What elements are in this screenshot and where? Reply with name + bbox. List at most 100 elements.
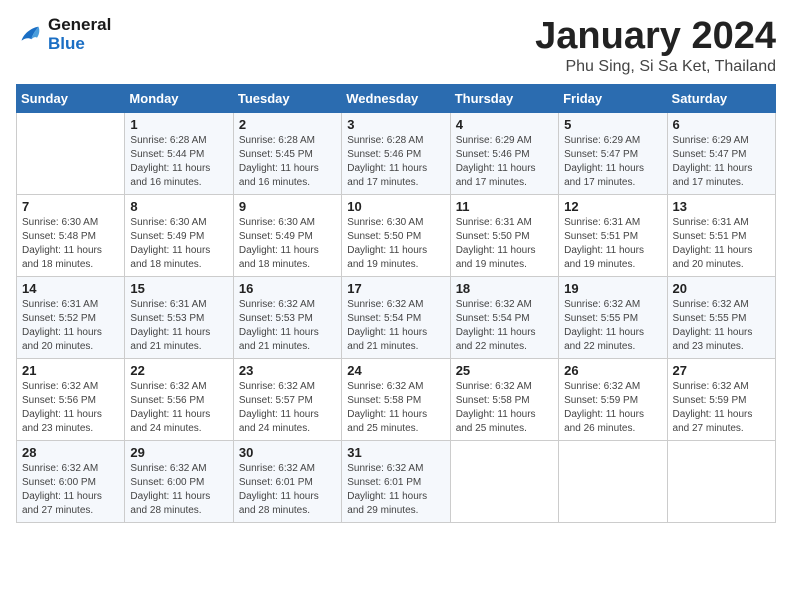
calendar-cell (17, 112, 125, 194)
day-info: Sunrise: 6:28 AM Sunset: 5:46 PM Dayligh… (347, 134, 444, 190)
day-number: 15 (130, 281, 227, 296)
title-section: January 2024 Phu Sing, Si Sa Ket, Thaila… (535, 16, 776, 76)
calendar-cell: 5 Sunrise: 6:29 AM Sunset: 5:47 PM Daylig… (559, 112, 667, 194)
day-number: 14 (22, 281, 119, 296)
day-number: 1 (130, 117, 227, 132)
weekday-saturday: Saturday (667, 84, 775, 112)
day-number: 7 (22, 199, 119, 214)
day-info: Sunrise: 6:32 AM Sunset: 5:58 PM Dayligh… (347, 380, 444, 436)
day-number: 21 (22, 363, 119, 378)
calendar-cell: 26 Sunrise: 6:32 AM Sunset: 5:59 PM Dayli… (559, 358, 667, 440)
calendar-week-4: 21 Sunrise: 6:32 AM Sunset: 5:56 PM Dayli… (17, 358, 776, 440)
day-number: 18 (456, 281, 553, 296)
calendar-cell: 12 Sunrise: 6:31 AM Sunset: 5:51 PM Dayli… (559, 194, 667, 276)
day-number: 24 (347, 363, 444, 378)
day-info: Sunrise: 6:32 AM Sunset: 5:53 PM Dayligh… (239, 298, 336, 354)
calendar-cell: 18Sunrise: 6:32 AM Sunset: 5:54 PM Dayli… (450, 276, 558, 358)
day-number: 5 (564, 117, 661, 132)
calendar-cell: 25 Sunrise: 6:32 AM Sunset: 5:58 PM Dayli… (450, 358, 558, 440)
day-number: 22 (130, 363, 227, 378)
day-info: Sunrise: 6:32 AM Sunset: 5:59 PM Dayligh… (564, 380, 661, 436)
day-info: Sunrise: 6:32 AM Sunset: 6:01 PM Dayligh… (347, 462, 444, 518)
day-number: 4 (456, 117, 553, 132)
day-number: 23 (239, 363, 336, 378)
calendar-cell: 16 Sunrise: 6:32 AM Sunset: 5:53 PM Dayli… (233, 276, 341, 358)
calendar-cell: 31Sunrise: 6:32 AM Sunset: 6:01 PM Dayli… (342, 440, 450, 522)
day-info: Sunrise: 6:32 AM Sunset: 5:55 PM Dayligh… (673, 298, 770, 354)
day-info: Sunrise: 6:29 AM Sunset: 5:46 PM Dayligh… (456, 134, 553, 190)
day-number: 3 (347, 117, 444, 132)
day-info: Sunrise: 6:32 AM Sunset: 5:56 PM Dayligh… (130, 380, 227, 436)
calendar-cell: 9Sunrise: 6:30 AM Sunset: 5:49 PM Daylig… (233, 194, 341, 276)
day-info: Sunrise: 6:31 AM Sunset: 5:51 PM Dayligh… (673, 216, 770, 272)
day-info: Sunrise: 6:28 AM Sunset: 5:44 PM Dayligh… (130, 134, 227, 190)
calendar-cell: 10Sunrise: 6:30 AM Sunset: 5:50 PM Dayli… (342, 194, 450, 276)
calendar-cell: 13 Sunrise: 6:31 AM Sunset: 5:51 PM Dayli… (667, 194, 775, 276)
calendar-week-5: 28 Sunrise: 6:32 AM Sunset: 6:00 PM Dayli… (17, 440, 776, 522)
day-info: Sunrise: 6:32 AM Sunset: 5:59 PM Dayligh… (673, 380, 770, 436)
day-info: Sunrise: 6:28 AM Sunset: 5:45 PM Dayligh… (239, 134, 336, 190)
weekday-sunday: Sunday (17, 84, 125, 112)
day-number: 11 (456, 199, 553, 214)
day-number: 27 (673, 363, 770, 378)
day-number: 12 (564, 199, 661, 214)
calendar-title: January 2024 (535, 16, 776, 58)
day-number: 30 (239, 445, 336, 460)
day-info: Sunrise: 6:30 AM Sunset: 5:49 PM Dayligh… (130, 216, 227, 272)
calendar-cell: 11 Sunrise: 6:31 AM Sunset: 5:50 PM Dayli… (450, 194, 558, 276)
day-info: Sunrise: 6:30 AM Sunset: 5:50 PM Dayligh… (347, 216, 444, 272)
calendar-cell: 20 Sunrise: 6:32 AM Sunset: 5:55 PM Dayli… (667, 276, 775, 358)
day-info: Sunrise: 6:32 AM Sunset: 6:00 PM Dayligh… (22, 462, 119, 518)
day-info: Sunrise: 6:32 AM Sunset: 6:00 PM Dayligh… (130, 462, 227, 518)
day-number: 6 (673, 117, 770, 132)
calendar-cell: 14 Sunrise: 6:31 AM Sunset: 5:52 PM Dayli… (17, 276, 125, 358)
logo-bird-icon (16, 21, 44, 49)
weekday-thursday: Thursday (450, 84, 558, 112)
day-info: Sunrise: 6:31 AM Sunset: 5:53 PM Dayligh… (130, 298, 227, 354)
calendar-cell: 8Sunrise: 6:30 AM Sunset: 5:49 PM Daylig… (125, 194, 233, 276)
calendar-week-2: 7 Sunrise: 6:30 AM Sunset: 5:48 PM Daylig… (17, 194, 776, 276)
logo-text: General Blue (48, 16, 111, 53)
day-number: 16 (239, 281, 336, 296)
day-info: Sunrise: 6:32 AM Sunset: 5:55 PM Dayligh… (564, 298, 661, 354)
calendar-cell: 28 Sunrise: 6:32 AM Sunset: 6:00 PM Dayli… (17, 440, 125, 522)
calendar-cell: 30 Sunrise: 6:32 AM Sunset: 6:01 PM Dayli… (233, 440, 341, 522)
day-number: 13 (673, 199, 770, 214)
calendar-cell (450, 440, 558, 522)
day-info: Sunrise: 6:30 AM Sunset: 5:48 PM Dayligh… (22, 216, 119, 272)
calendar-cell: 15 Sunrise: 6:31 AM Sunset: 5:53 PM Dayli… (125, 276, 233, 358)
calendar-cell: 1 Sunrise: 6:28 AM Sunset: 5:44 PM Daylig… (125, 112, 233, 194)
day-info: Sunrise: 6:29 AM Sunset: 5:47 PM Dayligh… (564, 134, 661, 190)
calendar-cell: 7 Sunrise: 6:30 AM Sunset: 5:48 PM Daylig… (17, 194, 125, 276)
weekday-monday: Monday (125, 84, 233, 112)
day-info: Sunrise: 6:32 AM Sunset: 6:01 PM Dayligh… (239, 462, 336, 518)
day-info: Sunrise: 6:32 AM Sunset: 5:56 PM Dayligh… (22, 380, 119, 436)
day-info: Sunrise: 6:31 AM Sunset: 5:52 PM Dayligh… (22, 298, 119, 354)
calendar-cell: 22 Sunrise: 6:32 AM Sunset: 5:56 PM Dayli… (125, 358, 233, 440)
day-number: 17 (347, 281, 444, 296)
day-info: Sunrise: 6:31 AM Sunset: 5:50 PM Dayligh… (456, 216, 553, 272)
calendar-cell (667, 440, 775, 522)
day-info: Sunrise: 6:32 AM Sunset: 5:57 PM Dayligh… (239, 380, 336, 436)
day-number: 29 (130, 445, 227, 460)
day-info: Sunrise: 6:32 AM Sunset: 5:58 PM Dayligh… (456, 380, 553, 436)
calendar-cell: 17 Sunrise: 6:32 AM Sunset: 5:54 PM Dayli… (342, 276, 450, 358)
day-info: Sunrise: 6:32 AM Sunset: 5:54 PM Dayligh… (347, 298, 444, 354)
calendar-subtitle: Phu Sing, Si Sa Ket, Thailand (535, 58, 776, 76)
day-info: Sunrise: 6:31 AM Sunset: 5:51 PM Dayligh… (564, 216, 661, 272)
day-number: 26 (564, 363, 661, 378)
calendar-week-3: 14 Sunrise: 6:31 AM Sunset: 5:52 PM Dayli… (17, 276, 776, 358)
day-number: 20 (673, 281, 770, 296)
weekday-wednesday: Wednesday (342, 84, 450, 112)
day-info: Sunrise: 6:30 AM Sunset: 5:49 PM Dayligh… (239, 216, 336, 272)
calendar-header: SundayMondayTuesdayWednesdayThursdayFrid… (17, 84, 776, 112)
calendar-cell: 24 Sunrise: 6:32 AM Sunset: 5:58 PM Dayli… (342, 358, 450, 440)
weekday-tuesday: Tuesday (233, 84, 341, 112)
calendar-week-1: 1 Sunrise: 6:28 AM Sunset: 5:44 PM Daylig… (17, 112, 776, 194)
calendar-cell: 29 Sunrise: 6:32 AM Sunset: 6:00 PM Dayli… (125, 440, 233, 522)
day-number: 2 (239, 117, 336, 132)
weekday-friday: Friday (559, 84, 667, 112)
day-number: 25 (456, 363, 553, 378)
calendar-cell: 23 Sunrise: 6:32 AM Sunset: 5:57 PM Dayli… (233, 358, 341, 440)
day-number: 28 (22, 445, 119, 460)
